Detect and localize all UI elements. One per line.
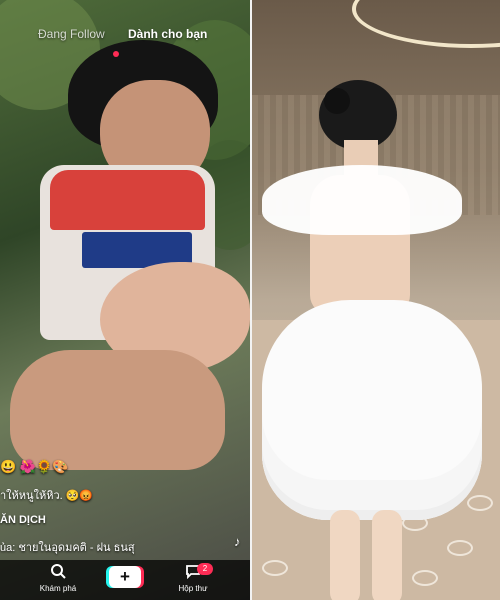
feed-tabs: Đang Follow Dành cho bạn — [0, 27, 250, 57]
nav-discover[interactable]: Khám phá — [28, 563, 88, 593]
left-video-panel[interactable]: Đang Follow Dành cho bạn 😃 🌺🌻🎨 ำให้หนูให… — [0, 0, 250, 600]
plus-icon: + — [109, 566, 141, 588]
woman-hair-bun — [324, 88, 350, 114]
caption-emoji-line: 😃 🌺🌻🎨 — [0, 459, 69, 474]
bottom-nav: Khám phá + 2 Hộp thư — [0, 560, 250, 600]
floor-pattern — [412, 570, 438, 586]
message-icon — [163, 563, 223, 584]
right-photo-panel — [252, 0, 500, 600]
floor-pattern — [447, 540, 473, 556]
woman-leg — [330, 510, 360, 600]
caption-text: ำให้หนูให้หิว. 🥺😡 — [0, 490, 94, 502]
arms-legs — [10, 350, 225, 470]
dress-ruffle — [262, 165, 462, 235]
floor-pattern — [262, 560, 288, 576]
nav-discover-label: Khám phá — [39, 584, 77, 593]
translate-link[interactable]: ĂN DỊCH — [0, 514, 46, 526]
tab-for-you[interactable]: Dành cho bạn — [128, 27, 207, 41]
tab-notification-dot — [113, 51, 119, 57]
ceiling-light — [352, 0, 500, 48]
dress-skirt — [262, 300, 482, 520]
nav-inbox-label: Hộp thư — [178, 584, 208, 593]
nav-inbox[interactable]: 2 Hộp thư — [163, 563, 223, 593]
search-icon — [28, 563, 88, 584]
inbox-badge: 2 — [197, 563, 213, 575]
music-title[interactable]: ủa: ชายในอุดมคติ - ฝน ธนสุ — [0, 538, 135, 556]
tab-following[interactable]: Đang Follow — [38, 27, 105, 41]
shirt-red-panel — [50, 170, 205, 230]
floor-pattern — [467, 495, 493, 511]
create-button[interactable]: + — [95, 566, 155, 588]
music-note-icon: ♪ — [234, 534, 241, 549]
woman-leg — [372, 510, 402, 600]
